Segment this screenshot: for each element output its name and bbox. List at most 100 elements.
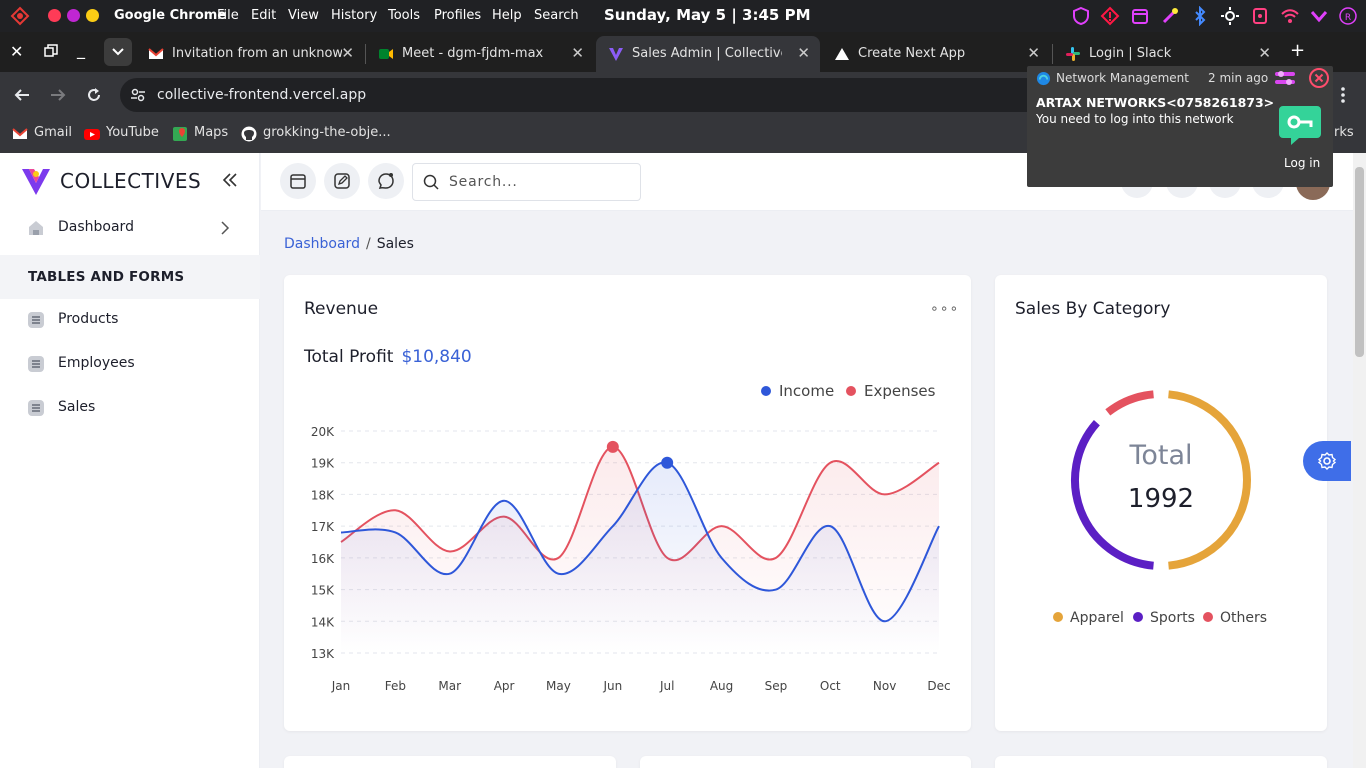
alert-icon[interactable] bbox=[1100, 6, 1120, 26]
calendar-icon[interactable] bbox=[1130, 6, 1150, 26]
reload-icon[interactable] bbox=[86, 87, 102, 103]
legend-apparel[interactable]: Apparel bbox=[1053, 610, 1124, 626]
minimize-window-icon[interactable]: _ bbox=[77, 40, 85, 59]
close-tab-icon[interactable]: ✕ bbox=[797, 44, 810, 62]
x-tick-label: Apr bbox=[494, 679, 515, 693]
user-menu-icon[interactable]: R bbox=[1338, 6, 1358, 26]
menu-view[interactable]: View bbox=[288, 8, 319, 23]
nextjs-icon bbox=[835, 48, 849, 60]
tab-search-button[interactable] bbox=[104, 38, 132, 66]
close-notification-icon[interactable] bbox=[1309, 68, 1329, 88]
total-profit: Total Profit $10,840 bbox=[304, 347, 472, 367]
kebab-menu-icon[interactable] bbox=[1339, 86, 1347, 104]
legend-sports[interactable]: Sports bbox=[1133, 610, 1195, 626]
recorder-icon[interactable] bbox=[1250, 6, 1270, 26]
scrollbar-thumb[interactable] bbox=[1355, 167, 1364, 357]
close-tab-icon[interactable]: ✕ bbox=[1027, 44, 1040, 62]
back-icon[interactable] bbox=[14, 87, 30, 103]
x-tick-label: Mar bbox=[438, 679, 461, 693]
menu-file[interactable]: File bbox=[217, 8, 239, 23]
legend-sports-dot bbox=[1133, 612, 1143, 622]
legend-others[interactable]: Others bbox=[1203, 610, 1267, 626]
restore-window-icon[interactable] bbox=[44, 44, 58, 58]
forward-icon[interactable] bbox=[50, 87, 66, 103]
sidebar-item-sales[interactable]: Sales bbox=[0, 386, 260, 430]
brightness-icon[interactable] bbox=[1220, 6, 1240, 26]
category-title: Sales By Category bbox=[1015, 299, 1171, 319]
notification-settings-icon[interactable] bbox=[1273, 69, 1297, 87]
sidebar-item-dashboard[interactable]: Dashboard bbox=[0, 206, 260, 250]
x-tick-label: Feb bbox=[385, 679, 406, 693]
all-bookmarks-label[interactable]: rks bbox=[1334, 125, 1354, 140]
new-tab-icon[interactable]: + bbox=[1290, 40, 1305, 61]
notification-time: 2 min ago bbox=[1208, 71, 1269, 85]
donut-slice-others[interactable] bbox=[1105, 390, 1154, 416]
category-donut-chart[interactable] bbox=[1051, 370, 1271, 590]
sidebar-item-products[interactable]: Products bbox=[0, 298, 260, 342]
sidebar-item-label: Employees bbox=[58, 355, 135, 371]
y-tick-label: 20K bbox=[311, 425, 335, 439]
breadcrumb-dashboard[interactable]: Dashboard bbox=[284, 236, 360, 252]
os-logo-icon[interactable] bbox=[10, 6, 30, 26]
window-close-dot[interactable] bbox=[48, 9, 61, 22]
collapse-sidebar-icon[interactable] bbox=[218, 167, 240, 193]
tab-meet[interactable]: Meet - dgm-fjdm-max ✕ bbox=[366, 36, 594, 72]
tab-sales-admin[interactable]: Sales Admin | Collectives - ✕ bbox=[596, 36, 820, 72]
edit-button[interactable] bbox=[324, 163, 360, 199]
search-box[interactable] bbox=[412, 163, 641, 201]
network-notification[interactable]: Network Management 2 min ago ARTAX NETWO… bbox=[1027, 66, 1333, 187]
window-minimize-dot[interactable] bbox=[67, 9, 80, 22]
search-input[interactable] bbox=[449, 172, 629, 192]
total-profit-value: $10,840 bbox=[401, 347, 472, 367]
close-tab-icon[interactable]: ✕ bbox=[571, 44, 584, 62]
menu-history[interactable]: History bbox=[331, 8, 377, 23]
legend-others-label: Others bbox=[1220, 610, 1268, 626]
x-tick-label: Jul bbox=[659, 679, 674, 693]
window-maximize-dot[interactable] bbox=[86, 9, 99, 22]
sidebar-item-employees[interactable]: Employees bbox=[0, 342, 260, 386]
os-app-name: Google Chrome bbox=[114, 8, 227, 23]
menu-edit[interactable]: Edit bbox=[251, 8, 276, 23]
chat-button[interactable] bbox=[368, 163, 404, 199]
calendar-button[interactable] bbox=[280, 163, 316, 199]
login-button[interactable]: Log in bbox=[1280, 154, 1324, 172]
collectives-icon bbox=[609, 48, 623, 61]
menu-profiles[interactable]: Profiles bbox=[434, 8, 481, 23]
x-tick-label: Aug bbox=[710, 679, 733, 693]
site-settings-icon[interactable] bbox=[130, 87, 146, 103]
revenue-title: Revenue bbox=[304, 299, 379, 319]
revenue-line-chart[interactable]: 13K 14K 15K 16K 17K 18K 19K 20K Jan Feb Mar Apr May J… bbox=[284, 405, 971, 705]
donut-total-label: Total bbox=[1129, 440, 1193, 471]
menu-search[interactable]: Search bbox=[534, 8, 579, 23]
collectives-logo-icon bbox=[22, 169, 50, 195]
income-point bbox=[661, 456, 674, 469]
os-clock[interactable]: Sunday, May 5 | 3:45 PM bbox=[604, 6, 811, 24]
edit-icon bbox=[334, 173, 350, 189]
bookmark-label: grokking-the-obje... bbox=[263, 125, 391, 140]
theme-settings-button[interactable] bbox=[1303, 441, 1351, 481]
menu-help[interactable]: Help bbox=[492, 8, 522, 23]
meet-icon bbox=[379, 49, 393, 59]
chevron-down-icon[interactable] bbox=[1309, 6, 1329, 26]
bluetooth-icon[interactable] bbox=[1190, 6, 1210, 26]
legend-income[interactable]: Income bbox=[761, 382, 834, 400]
bottom-card-3 bbox=[995, 756, 1327, 768]
wifi-icon[interactable] bbox=[1280, 6, 1300, 26]
color-picker-icon[interactable] bbox=[1160, 6, 1180, 26]
url-text[interactable]: collective-frontend.vercel.app bbox=[157, 87, 366, 103]
close-tab-icon[interactable]: ✕ bbox=[341, 44, 354, 62]
sidebar-item-label: Products bbox=[58, 311, 119, 327]
chevron-right-icon bbox=[221, 221, 230, 235]
tab-gmail[interactable]: Invitation from an unknown ✕ bbox=[136, 36, 364, 72]
legend-expenses[interactable]: Expenses bbox=[846, 382, 935, 400]
more-options-icon[interactable]: ∘∘∘ bbox=[930, 301, 959, 317]
youtube-icon bbox=[84, 129, 100, 140]
close-tab-icon[interactable]: ✕ bbox=[1258, 44, 1271, 62]
menu-tools[interactable]: Tools bbox=[388, 8, 420, 23]
x-tick-label: Dec bbox=[927, 679, 950, 693]
shield-icon[interactable] bbox=[1071, 6, 1091, 26]
page-scrollbar[interactable] bbox=[1353, 153, 1366, 768]
donut-slice-apparel[interactable] bbox=[1168, 390, 1251, 570]
close-window-icon[interactable]: ✕ bbox=[10, 42, 23, 61]
tab-create-next-app[interactable]: Create Next App ✕ bbox=[822, 36, 1050, 72]
